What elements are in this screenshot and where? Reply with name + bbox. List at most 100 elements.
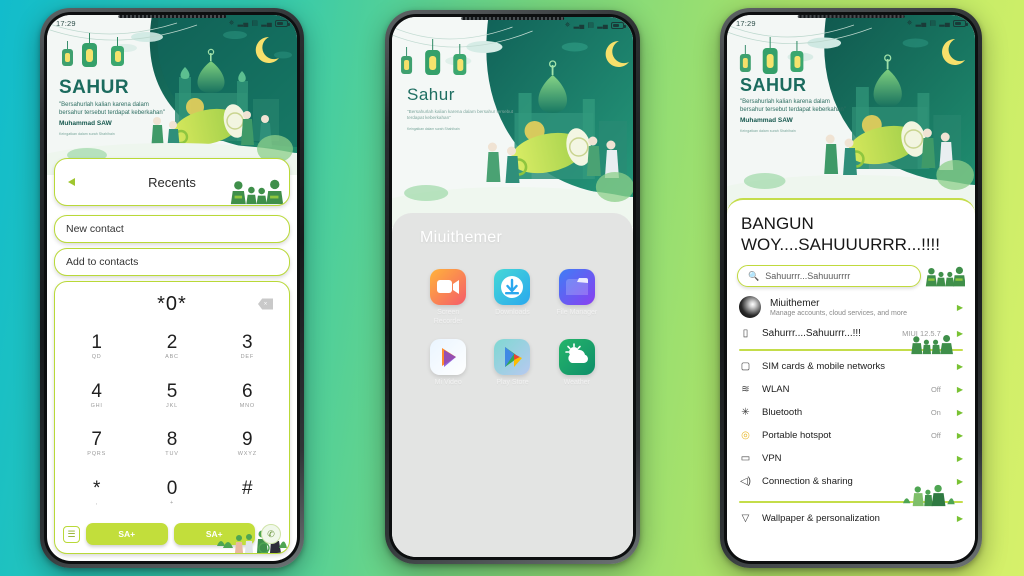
add-to-contacts-label: Add to contacts [66,256,139,268]
app-play-store[interactable]: Play Store [480,338,544,388]
wallpaper-author: Muhammad SAW [59,120,112,128]
wifi-icon: ≋ [741,384,750,396]
app-screen-recorder[interactable]: Screen Recorder [416,269,480,327]
keypad-digit: 6 [242,380,253,402]
battery-icon [611,22,626,29]
keypad-key-*[interactable]: *, [59,468,134,517]
status-time: 17:29 [56,19,76,28]
sim-icon: ▤ [251,20,259,27]
phone3-screen: 17:29 ✵ ▂▄ ▤ ▂▄ SAHUR "Bersahurlah kalia… [727,15,975,561]
settings-row-wlan[interactable]: ≋ WLAN Off ▶ [727,378,975,401]
chevron-right-icon: ▶ [956,302,963,312]
battery-icon [953,20,968,27]
keypad-letters: GHI [90,402,103,409]
account-name: Miuithemer [770,297,820,309]
keypad-key-7[interactable]: 7 PQRS [59,420,134,469]
keypad-key-0[interactable]: 0 + [134,468,209,517]
keypad-key-6[interactable]: 6 MNO [210,371,285,420]
status-icons-3: ✵ ▂▄ ▤ ▂▄ [906,20,968,27]
sim-icon: ▤ [587,22,595,29]
keypad-key-5[interactable]: 5 JKL [134,371,209,420]
signal2-icon: ▂▄ [261,20,272,27]
settings-sheet: BANGUN WOY....SAHUUURRR...!!!! 🔍 Sahuurr… [727,198,975,561]
wallpaper-text-2: Sahur "Bersahurlah kalian karena dalam b… [407,85,517,131]
settings-row-vpn[interactable]: ▭ VPN ▶ [727,447,975,470]
download-icon [494,269,531,305]
dialer-sheet: Recents New contact Add to contacts *0* … [47,158,297,561]
phone1-bezel: 17:29 ✵ ▂▄ ▤ ▂▄ SAHUR "Bersahurlah kalia… [44,12,300,564]
app-mi-video[interactable]: Mi Video [416,338,480,388]
settings-row-wallpaper-personalization[interactable]: ▽ Wallpaper & personalization ▶ [727,507,975,530]
divider-2 [739,484,963,507]
account-row[interactable]: Miuithemer Manage accounts, cloud servic… [727,289,975,322]
keypad-key-#[interactable]: # [210,468,285,517]
settings-list: ▢ SIM cards & mobile networks ▶ ≋ WLAN Off ▶ ✳ B… [727,355,975,493]
dial-display: *0* × [55,286,289,322]
wallpaper-quote-2: "Bersahurlah kalian karena dalam bersahu… [407,109,514,120]
settings-row-sim-cards-mobile-networks[interactable]: ▢ SIM cards & mobile networks ▶ [727,355,975,378]
add-to-contacts-row[interactable]: Add to contacts [54,248,290,276]
keypad-key-9[interactable]: 9 WXYZ [210,420,285,469]
phone-device-settings: 17:29 ✵ ▂▄ ▤ ▂▄ SAHUR "Bersahurlah kalia… [720,8,982,568]
call-icon[interactable]: ✆ [261,524,281,544]
settings-row-label: Portable hotspot [762,430,832,442]
wallpaper-title-3: SAHUR [740,75,807,95]
settings-row-label: Bluetooth [762,407,803,419]
keypad-key-8[interactable]: 8 TUV [134,420,209,469]
list-icon[interactable]: ☰ [63,525,80,543]
app-downloads[interactable]: Downloads [480,269,544,327]
phone2-bezel: ✵ ▂▄ ▤ ▂▄ Sahur "Bersahurlah kalian kare… [389,14,636,560]
search-row: 🔍 Sahuurrr...Sahuuurrrr [727,255,975,289]
keypad-key-4[interactable]: 4 GHI [59,371,134,420]
account-text: Miuithemer Manage accounts, cloud servic… [770,298,907,317]
keypad-letters: , [95,500,98,507]
new-contact-label: New contact [66,223,124,235]
backspace-icon[interactable]: × [258,298,273,310]
chevron-right-icon: ▶ [956,385,963,395]
settings-row-connection-sharing[interactable]: ◁) Connection & sharing ▶ [727,470,975,493]
app-weather[interactable]: Weather [545,338,609,388]
keypad-digit: # [242,478,253,500]
keypad-digit: 9 [242,429,253,451]
share-icon: ◁) [739,476,752,488]
dialed-number: *0* [157,292,187,315]
phone-device-appdrawer: ✵ ▂▄ ▤ ▂▄ Sahur "Bersahurlah kalian kare… [385,10,640,564]
keypad-key-3[interactable]: 3 DEF [210,322,285,371]
wallpaper-text-1: SAHUR "Bersahurlah kalian karena dalam b… [59,77,174,136]
phone1-screen: 17:29 ✵ ▂▄ ▤ ▂▄ SAHUR "Bersahurlah kalia… [47,15,297,561]
back-triangle-icon[interactable] [68,178,75,186]
chevron-right-icon: ▶ [956,408,963,418]
wallpaper-title: SAHUR [59,77,130,98]
about-phone-row[interactable]: ▯ Sahurrr....Sahuurrr...!!! MIUI 12.5.7 … [727,322,975,345]
keypad-key-1[interactable]: 1 QD [59,322,134,371]
phone-icon: ▯ [742,328,749,340]
call-button-1[interactable]: SA+ [86,523,168,545]
drawer-title: Miuithemer [420,229,503,246]
bluetooth-icon: ✳ [741,407,750,419]
account-description: Manage accounts, cloud services, and mor… [770,309,907,317]
keypad-key-2[interactable]: 2 ABC [134,322,209,371]
signal-icon: ▂▄ [237,20,249,27]
phone-device-dialer: 17:29 ✵ ▂▄ ▤ ▂▄ SAHUR "Bersahurlah kalia… [40,8,304,568]
chevron-right-icon: ▶ [956,477,963,487]
keypad-digit: 8 [166,429,178,451]
keypad-card: *0* × 1 QD 2 ABC 3 DEF 4 GHI 5 JKL 6 MNO 7 PQRS 8 TUV 9 W… [54,281,290,554]
avatar [739,296,761,319]
keypad-letters: TUV [165,451,179,458]
keypad-letters: + [169,500,174,507]
app-file-manager[interactable]: File Manager [545,269,609,327]
settings-row-value: Off [930,431,941,441]
settings-row-portable-hotspot[interactable]: ◎ Portable hotspot Off ▶ [727,424,975,447]
app-label: Weather [563,378,590,386]
search-input[interactable]: 🔍 Sahuurrr...Sahuuurrrr [737,265,921,288]
bluetooth-icon: ✵ [906,20,913,27]
app-label: Screen Recorder [433,309,463,325]
new-contact-row[interactable]: New contact [54,215,290,243]
settings-row-bluetooth[interactable]: ✳ Bluetooth On ▶ [727,401,975,424]
keypad-letters: MNO [239,402,255,409]
chevron-right-icon: ▶ [956,454,963,464]
signal-icon: ▂▄ [915,20,927,27]
keypad-digit: 7 [91,429,102,451]
keypad-digit: 0 [166,478,178,500]
recents-header-card[interactable]: Recents [54,158,290,206]
